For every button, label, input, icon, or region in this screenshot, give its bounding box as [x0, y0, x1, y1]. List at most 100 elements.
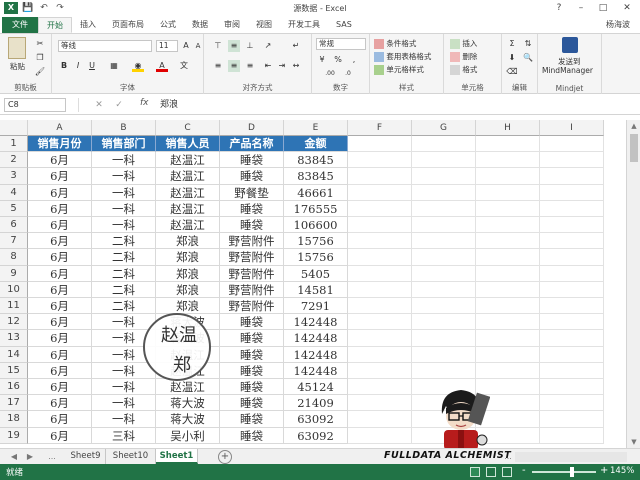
- merge-center-icon[interactable]: ↔: [290, 60, 302, 72]
- zoom-in-icon[interactable]: +: [600, 465, 608, 476]
- table-cell[interactable]: 睡袋: [220, 168, 284, 185]
- table-cell[interactable]: 83845: [284, 152, 348, 169]
- horizontal-scrollbar[interactable]: [515, 452, 627, 462]
- empty-cell[interactable]: [540, 168, 604, 185]
- font-size-select[interactable]: 11: [156, 40, 178, 52]
- empty-cell[interactable]: [476, 281, 540, 298]
- table-cell[interactable]: 一科: [92, 184, 156, 201]
- table-cell[interactable]: 郑浪: [156, 265, 220, 282]
- table-cell[interactable]: 野营附件: [220, 281, 284, 298]
- table-cell[interactable]: 6月: [28, 265, 92, 282]
- empty-cell[interactable]: [348, 200, 412, 217]
- align-middle-icon[interactable]: ≡: [228, 40, 240, 52]
- empty-cell[interactable]: [540, 265, 604, 282]
- table-cell[interactable]: 一科: [92, 362, 156, 379]
- zoom-slider[interactable]: [532, 467, 596, 477]
- tab-data[interactable]: 数据: [184, 17, 216, 33]
- table-cell[interactable]: 睡袋: [220, 427, 284, 444]
- tab-sas[interactable]: SAS: [328, 17, 360, 33]
- align-center-icon[interactable]: ≡: [228, 60, 240, 72]
- table-cell[interactable]: 15756: [284, 249, 348, 266]
- empty-cell[interactable]: [540, 298, 604, 315]
- table-cell[interactable]: 赵温江: [156, 152, 220, 169]
- row-header[interactable]: 13: [0, 330, 28, 347]
- scroll-thumb[interactable]: [630, 134, 638, 162]
- empty-cell[interactable]: [412, 168, 476, 185]
- insert-function-icon[interactable]: fx: [140, 98, 149, 108]
- user-name[interactable]: 杨海波: [606, 19, 630, 30]
- cut-icon[interactable]: ✂: [34, 38, 46, 50]
- maximize-icon[interactable]: □: [592, 0, 614, 16]
- mindmanager-label[interactable]: MindManager: [542, 66, 593, 75]
- empty-cell[interactable]: [412, 184, 476, 201]
- empty-cell[interactable]: [412, 217, 476, 234]
- row-header[interactable]: 4: [0, 184, 28, 201]
- table-cell[interactable]: 6月: [28, 379, 92, 396]
- column-header-d[interactable]: D: [220, 120, 284, 136]
- empty-cell[interactable]: [412, 362, 476, 379]
- empty-cell[interactable]: [476, 346, 540, 363]
- formula-input[interactable]: 郑浪: [160, 98, 630, 112]
- table-cell[interactable]: 一科: [92, 152, 156, 169]
- table-cell[interactable]: 142448: [284, 330, 348, 347]
- empty-cell[interactable]: [540, 184, 604, 201]
- table-cell[interactable]: 142448: [284, 314, 348, 331]
- number-format-select[interactable]: 常规: [316, 38, 366, 50]
- table-cell[interactable]: 野餐垫: [220, 184, 284, 201]
- table-cell[interactable]: 一科: [92, 168, 156, 185]
- table-cell[interactable]: 6月: [28, 395, 92, 412]
- empty-cell[interactable]: [348, 411, 412, 428]
- table-cell[interactable]: 赵温江: [156, 217, 220, 234]
- page-break-view-icon[interactable]: [502, 467, 512, 477]
- zoom-level[interactable]: 145%: [610, 466, 634, 476]
- fill-color-icon[interactable]: ◉: [132, 60, 144, 72]
- table-header-cell[interactable]: 销售部门: [92, 136, 156, 153]
- row-header[interactable]: 16: [0, 379, 28, 396]
- table-cell[interactable]: 46661: [284, 184, 348, 201]
- table-cell[interactable]: 6月: [28, 152, 92, 169]
- empty-cell[interactable]: [348, 136, 412, 153]
- table-cell[interactable]: 142448: [284, 362, 348, 379]
- table-cell[interactable]: 63092: [284, 411, 348, 428]
- table-cell[interactable]: 蒋大波: [156, 411, 220, 428]
- empty-cell[interactable]: [348, 395, 412, 412]
- table-cell[interactable]: 一科: [92, 200, 156, 217]
- empty-cell[interactable]: [540, 233, 604, 250]
- more-sheets-left[interactable]: ...: [44, 449, 60, 465]
- table-cell[interactable]: 野营附件: [220, 233, 284, 250]
- column-header-i[interactable]: I: [540, 120, 604, 136]
- empty-cell[interactable]: [348, 314, 412, 331]
- column-header-b[interactable]: B: [92, 120, 156, 136]
- italic-icon[interactable]: I: [72, 60, 84, 72]
- sheet-tab-sheet9[interactable]: Sheet9: [66, 449, 106, 464]
- tab-file[interactable]: 文件: [2, 17, 38, 33]
- column-header-a[interactable]: A: [28, 120, 92, 136]
- empty-cell[interactable]: [476, 362, 540, 379]
- empty-cell[interactable]: [540, 200, 604, 217]
- font-name-select[interactable]: 等线: [58, 40, 152, 52]
- borders-icon[interactable]: ▦: [108, 60, 120, 72]
- empty-cell[interactable]: [412, 330, 476, 347]
- table-cell[interactable]: 郑浪: [156, 298, 220, 315]
- minimize-icon[interactable]: –: [570, 0, 592, 16]
- empty-cell[interactable]: [540, 152, 604, 169]
- empty-cell[interactable]: [348, 427, 412, 444]
- cancel-icon[interactable]: ✕: [92, 98, 106, 112]
- empty-cell[interactable]: [476, 200, 540, 217]
- close-icon[interactable]: ✕: [616, 0, 638, 16]
- insert-cells-button[interactable]: 插入: [450, 38, 477, 49]
- table-cell[interactable]: 野营附件: [220, 298, 284, 315]
- tab-home[interactable]: 开始: [38, 17, 72, 33]
- table-cell[interactable]: 赵温江: [156, 379, 220, 396]
- empty-cell[interactable]: [540, 136, 604, 153]
- cell-styles-button[interactable]: 单元格样式: [374, 64, 424, 75]
- table-cell[interactable]: 63092: [284, 427, 348, 444]
- more-sheets-right[interactable]: ...: [502, 449, 514, 465]
- row-header[interactable]: 9: [0, 265, 28, 282]
- table-cell[interactable]: 7291: [284, 298, 348, 315]
- row-header[interactable]: 14: [0, 346, 28, 363]
- empty-cell[interactable]: [348, 330, 412, 347]
- table-cell[interactable]: 6月: [28, 281, 92, 298]
- table-cell[interactable]: 郑浪: [156, 249, 220, 266]
- tab-view[interactable]: 视图: [248, 17, 280, 33]
